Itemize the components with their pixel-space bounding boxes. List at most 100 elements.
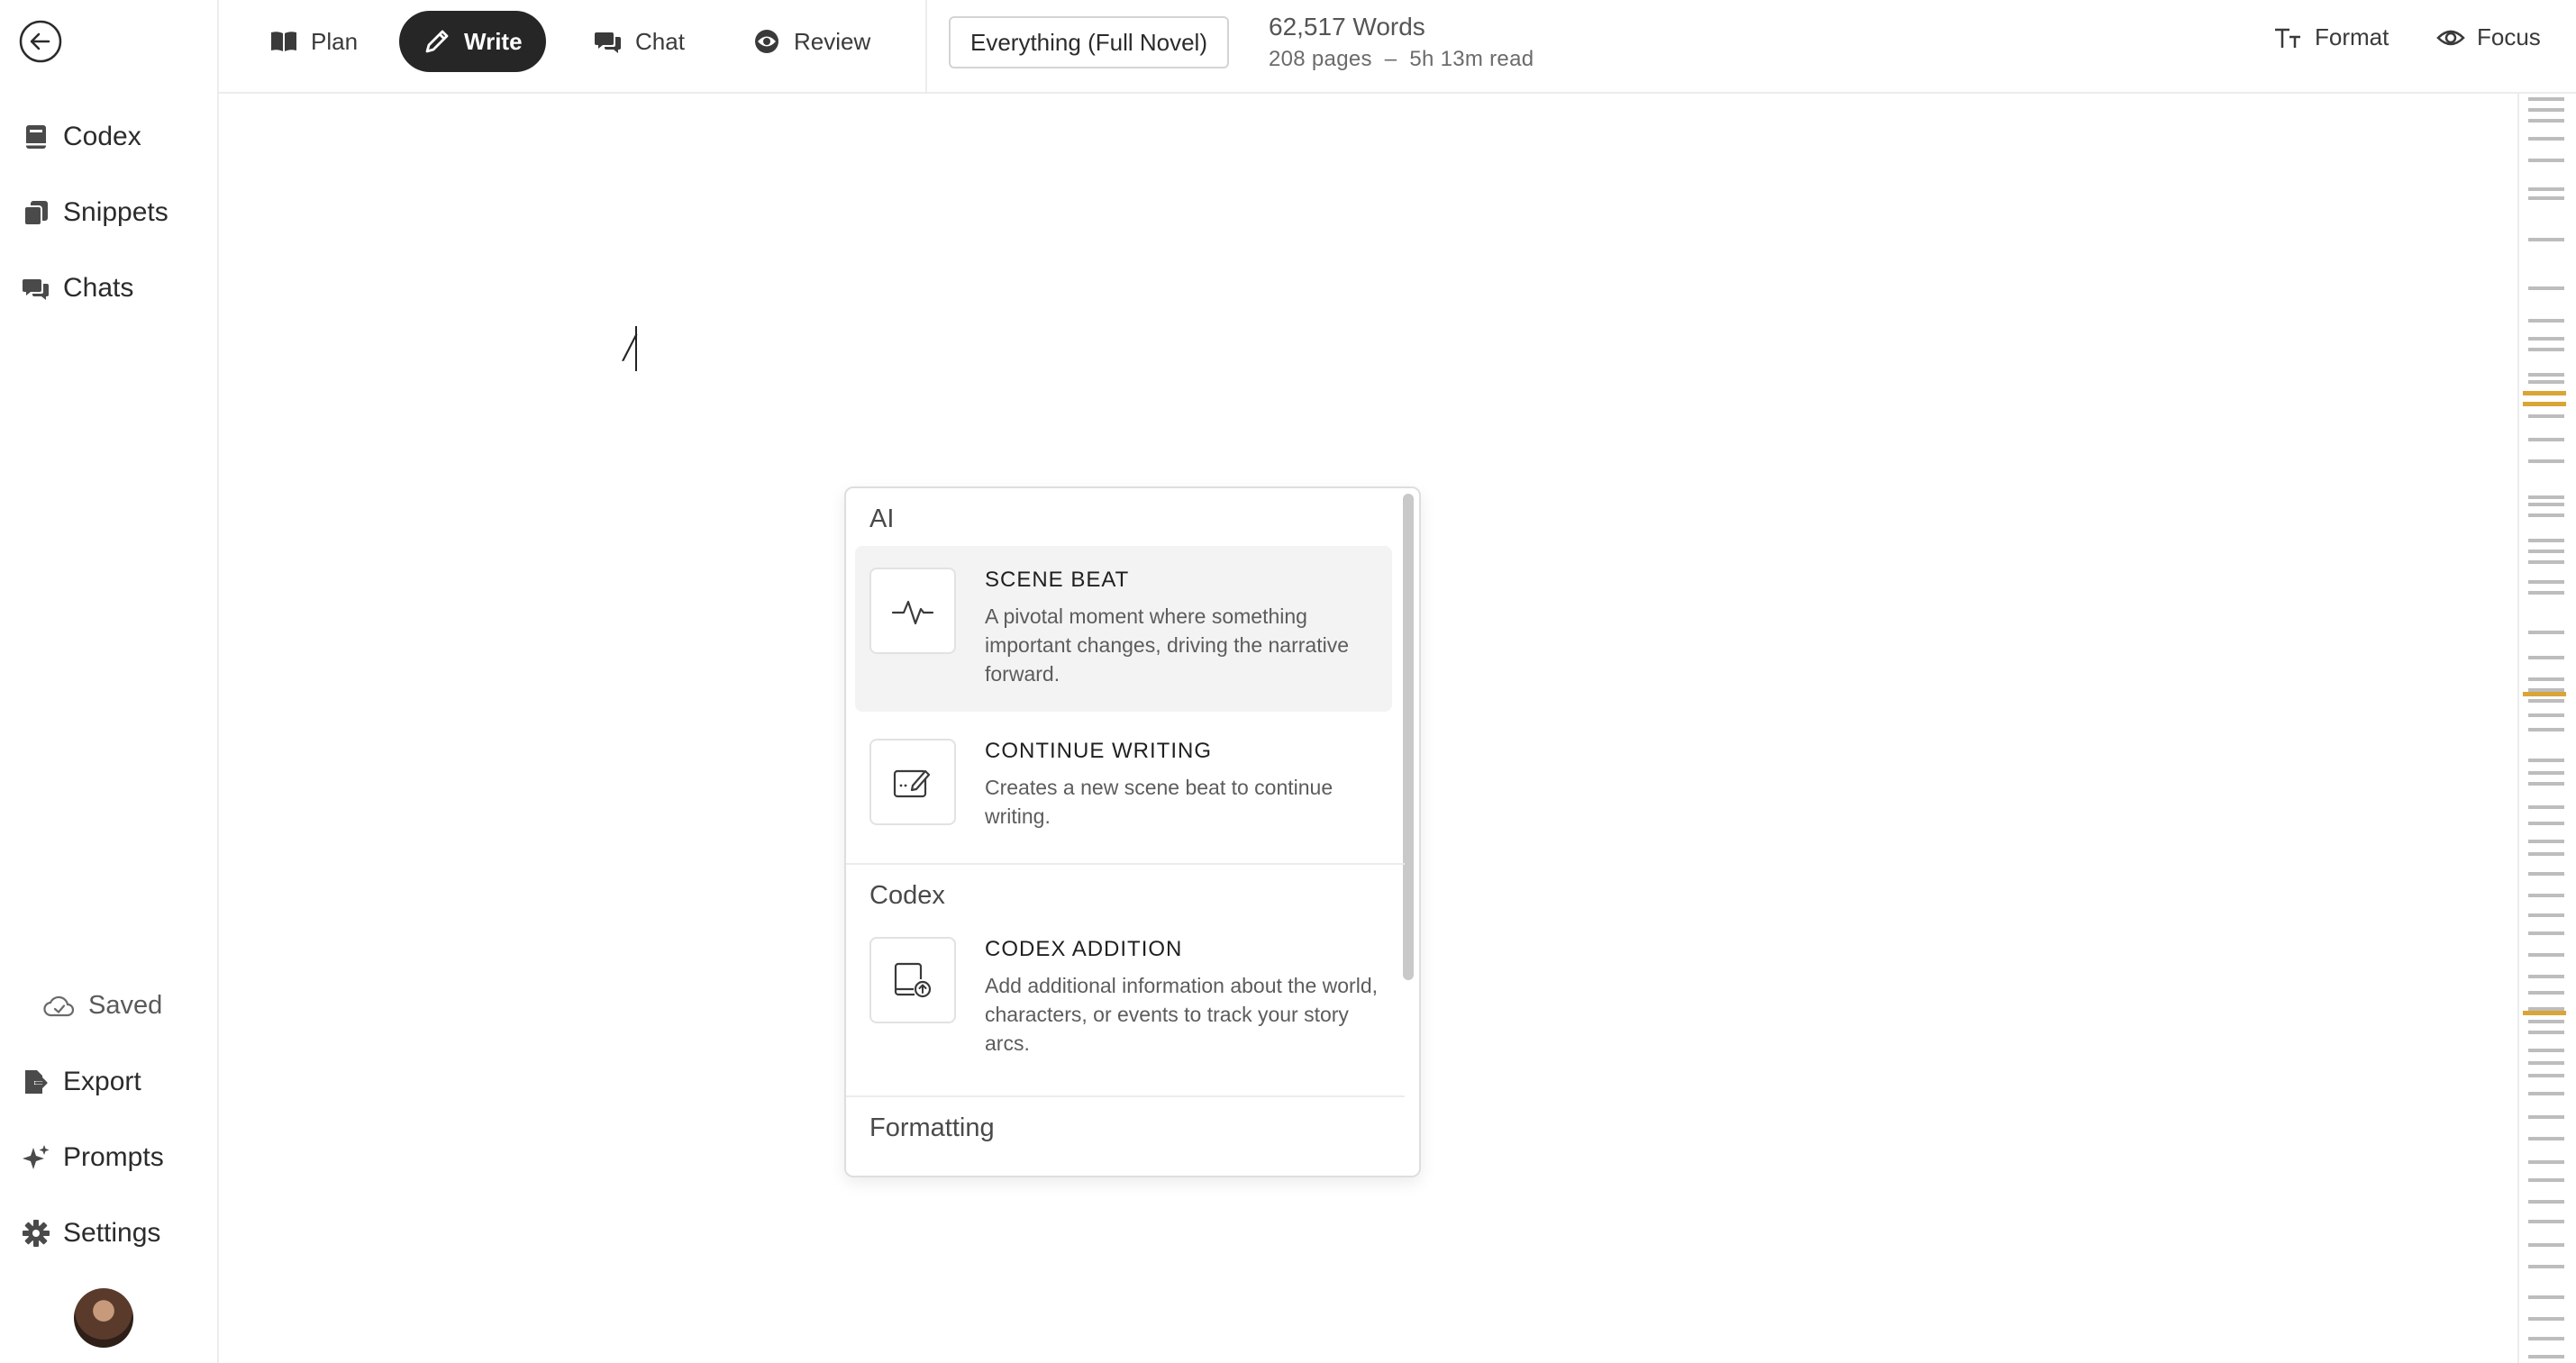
minimap-line <box>2528 97 2564 101</box>
menu-section-formatting: Formatting <box>869 1113 995 1142</box>
sidebar-item-prompts[interactable]: Prompts <box>22 1142 164 1173</box>
document-minimap[interactable] <box>2517 94 2576 1363</box>
sidebar-item-label: Codex <box>63 122 141 151</box>
focus-button[interactable]: Focus <box>2435 23 2541 51</box>
menu-item-title: SCENE BEAT <box>985 568 1130 592</box>
divider <box>925 0 927 94</box>
format-button[interactable]: Format <box>2273 23 2389 51</box>
minimap-line <box>2528 196 2564 200</box>
minimap-line <box>2528 1092 2564 1095</box>
editor-typed-text[interactable]: / <box>624 324 634 370</box>
save-status: Saved <box>43 991 162 1021</box>
minimap-line <box>2528 1178 2564 1182</box>
text-cursor <box>635 326 637 371</box>
page-stats: 208 pages – 5h 13m read <box>1269 47 1534 71</box>
sparkles-icon <box>22 1143 50 1172</box>
minimap-line <box>2528 1031 2564 1034</box>
minimap-line <box>2528 913 2564 917</box>
minimap-line <box>2528 438 2564 441</box>
tab-chat[interactable]: Chat <box>570 11 708 72</box>
menu-scrollbar[interactable] <box>1403 494 1414 980</box>
minimap-line <box>2528 159 2564 162</box>
sidebar-item-export[interactable]: Export <box>22 1067 141 1097</box>
minimap-line <box>2528 337 2564 341</box>
top-bar: Plan Write Chat Review Everything (Full … <box>219 0 2576 94</box>
menu-item-scene-beat[interactable]: SCENE BEAT A pivotal moment where someth… <box>855 546 1392 712</box>
minimap-highlight-line <box>2523 391 2566 395</box>
minimap-line <box>2528 380 2564 384</box>
document-upload-icon <box>869 937 956 1023</box>
minimap-line <box>2528 1020 2564 1023</box>
menu-item-description: Add additional information about the wor… <box>985 974 1379 1055</box>
minimap-line <box>2528 805 2564 809</box>
minimap-line <box>2528 119 2564 123</box>
tab-review[interactable]: Review <box>729 11 894 72</box>
tab-label: Plan <box>311 27 359 55</box>
tab-plan[interactable]: Plan <box>246 11 381 72</box>
tab-write[interactable]: Write <box>399 11 546 72</box>
menu-section-codex: Codex <box>869 881 945 910</box>
book-icon <box>22 123 50 151</box>
minimap-line <box>2528 656 2564 659</box>
minimap-line <box>2528 840 2564 843</box>
open-book-icon <box>271 32 296 51</box>
minimap-line <box>2528 975 2564 978</box>
eye-icon <box>2436 30 2465 45</box>
minimap-line <box>2528 953 2564 957</box>
copy-icon <box>22 198 50 227</box>
minimap-line <box>2528 319 2564 323</box>
chat-bubbles-icon <box>22 274 50 303</box>
minimap-line <box>2528 580 2564 584</box>
scope-selector[interactable]: Everything (Full Novel) <box>949 16 1229 68</box>
minimap-line <box>2528 822 2564 825</box>
text-size-icon <box>2275 28 2300 48</box>
minimap-line <box>2528 1137 2564 1140</box>
avatar[interactable] <box>74 1288 133 1348</box>
sidebar-item-snippets[interactable]: Snippets <box>22 197 168 228</box>
sidebar-item-codex[interactable]: Codex <box>22 122 141 152</box>
minimap-line <box>2528 1115 2564 1119</box>
menu-item-description: A pivotal moment where something importa… <box>985 604 1349 686</box>
minimap-line <box>2528 782 2564 786</box>
tab-label: Write <box>464 27 523 55</box>
sidebar-item-chats[interactable]: Chats <box>22 273 133 304</box>
minimap-highlight-line <box>2523 1011 2566 1015</box>
menu-divider <box>846 863 1405 865</box>
minimap-line <box>2528 137 2564 141</box>
sidebar-item-label: Prompts <box>63 1142 164 1172</box>
minimap-line <box>2528 677 2564 681</box>
focus-label: Focus <box>2477 23 2541 50</box>
chat-bubbles-icon <box>595 32 621 53</box>
minimap-line <box>2528 1049 2564 1052</box>
minimap-line <box>2528 872 2564 876</box>
sidebar-item-label: Chats <box>63 273 134 303</box>
minimap-line <box>2528 931 2564 935</box>
minimap-line <box>2528 1160 2564 1164</box>
minimap-line <box>2528 1317 2564 1321</box>
menu-item-codex-addition[interactable]: CODEX ADDITION Add additional informatio… <box>855 924 1392 1086</box>
sidebar-item-label: Settings <box>63 1218 161 1248</box>
format-label: Format <box>2315 23 2389 50</box>
menu-divider <box>846 1095 1405 1097</box>
minimap-line <box>2528 1355 2564 1358</box>
saved-label: Saved <box>88 991 163 1020</box>
minimap-highlight-line <box>2523 402 2566 406</box>
file-export-icon <box>22 1068 50 1096</box>
minimap-line <box>2528 1074 2564 1077</box>
pencil-icon <box>425 30 449 53</box>
minimap-line <box>2528 1265 2564 1268</box>
minimap-line <box>2528 459 2564 463</box>
menu-section-ai: AI <box>869 504 895 533</box>
minimap-line <box>2528 560 2564 564</box>
back-button[interactable] <box>18 19 63 64</box>
sidebar-item-settings[interactable]: Settings <box>22 1218 160 1249</box>
sidebar: Codex Snippets Chats Saved Export Prompt… <box>0 0 219 1363</box>
editor-area[interactable]: / AI SCENE BEAT A pivotal moment where s… <box>221 95 2518 1363</box>
minimap-line <box>2528 713 2564 717</box>
menu-item-continue-writing[interactable]: CONTINUE WRITING Creates a new scene bea… <box>855 719 1392 861</box>
minimap-line <box>2528 771 2564 775</box>
arrow-left-circle-icon <box>19 20 62 63</box>
minimap-line <box>2528 699 2564 703</box>
minimap-line <box>2528 513 2564 517</box>
minimap-line <box>2528 539 2564 542</box>
